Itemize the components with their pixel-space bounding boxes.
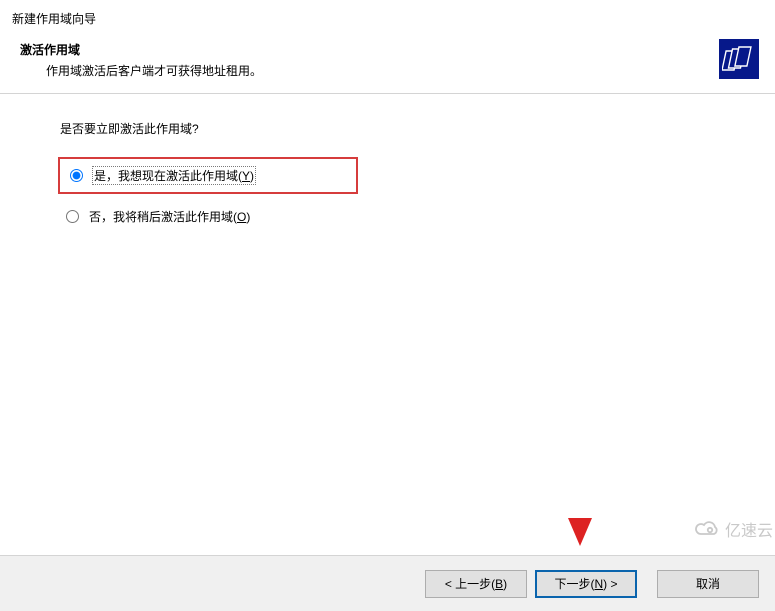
cancel-button[interactable]: 取消 [657,570,759,598]
next-button[interactable]: 下一步(N) > [535,570,637,598]
header-text-block: 激活作用域 作用域激活后客户端才可获得地址租用。 [20,41,719,79]
radio-option-no[interactable]: 否，我将稍后激活此作用域(O) [60,204,755,229]
scope-icon [719,39,759,79]
arrow-annotation [560,240,600,550]
content-area: 是否要立即激活此作用域? 是，我想现在激活此作用域(Y) 否，我将稍后激活此作用… [0,94,775,229]
header-title: 激活作用域 [20,41,719,58]
back-button[interactable]: < 上一步(B) [425,570,527,598]
radio-label-yes: 是，我想现在激活此作用域(Y) [93,167,255,184]
watermark: 亿速云 [693,517,773,541]
window-title: 新建作用域向导 [0,0,775,33]
wizard-header: 激活作用域 作用域激活后客户端才可获得地址租用。 [0,33,775,94]
radio-label-no: 否，我将稍后激活此作用域(O) [89,208,250,225]
header-description: 作用域激活后客户端才可获得地址租用。 [20,62,719,79]
radio-input-yes[interactable] [70,169,83,182]
activation-question: 是否要立即激活此作用域? [60,120,755,137]
wizard-footer: < 上一步(B) 下一步(N) > 取消 [0,555,775,611]
radio-input-no[interactable] [66,210,79,223]
highlight-annotation: 是，我想现在激活此作用域(Y) [58,157,358,194]
watermark-text: 亿速云 [725,517,773,541]
radio-option-yes[interactable]: 是，我想现在激活此作用域(Y) [68,165,348,186]
